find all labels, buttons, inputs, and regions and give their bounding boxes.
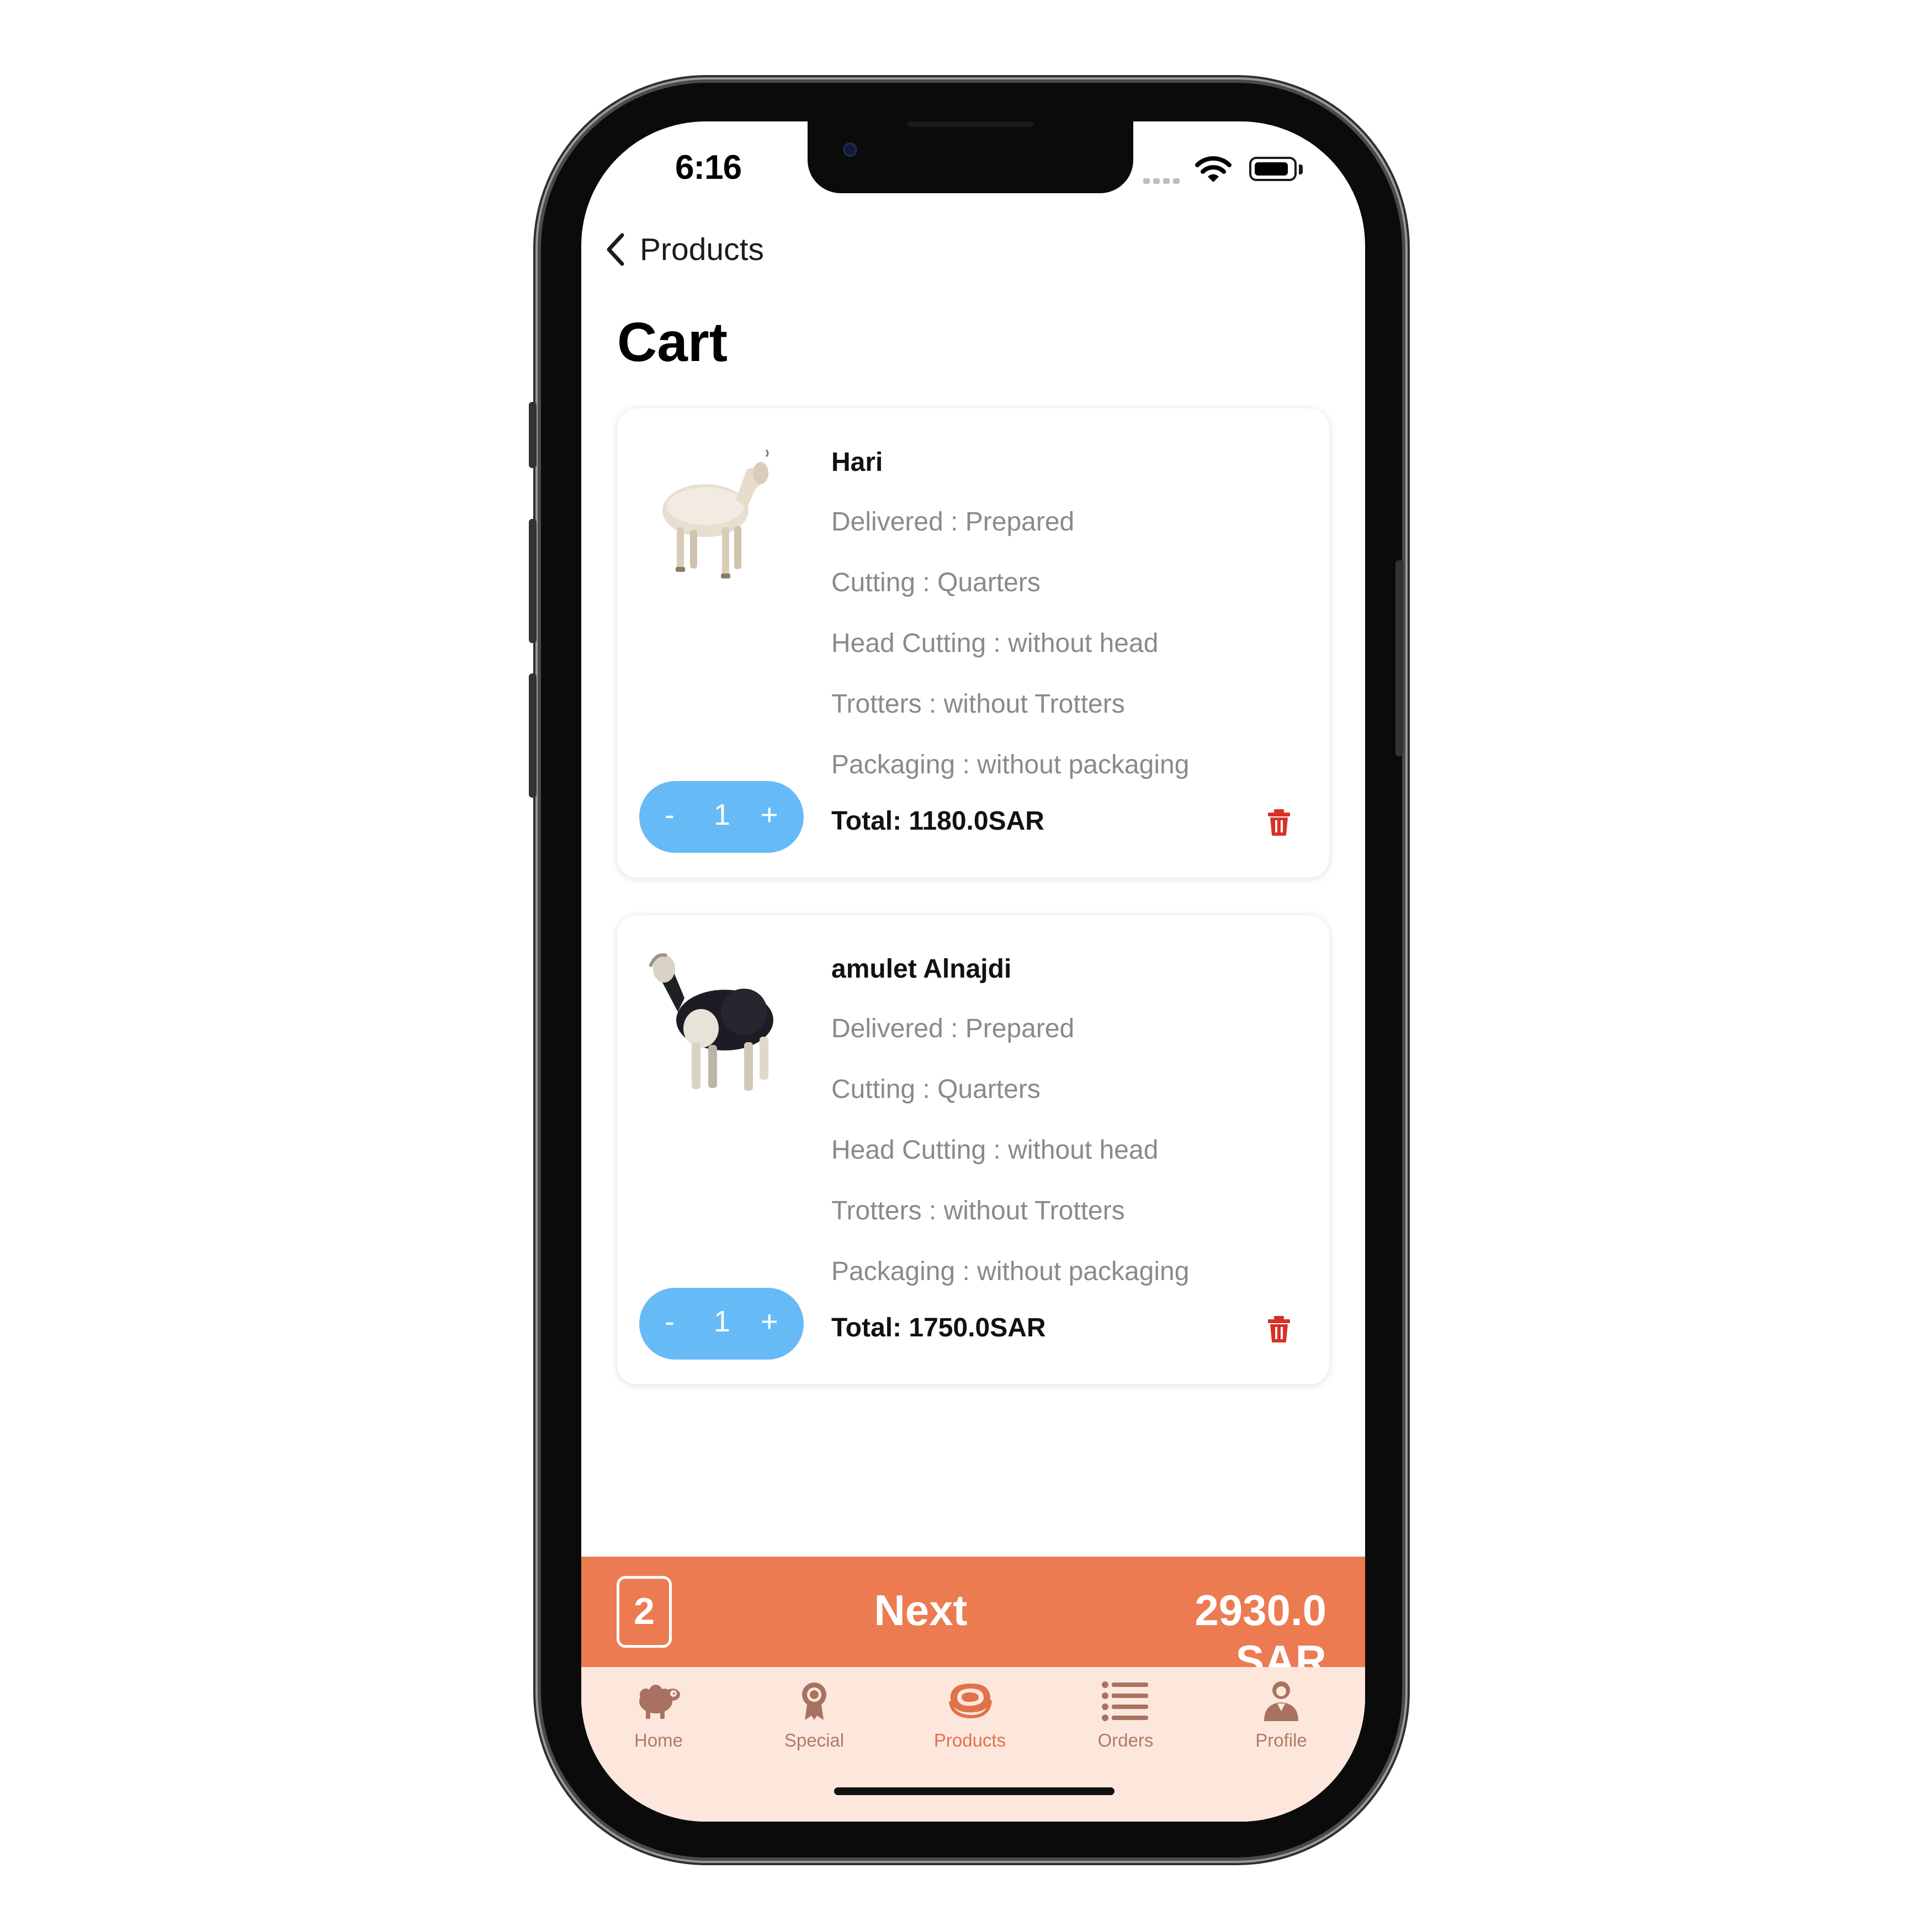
goat-product-image (649, 953, 773, 1091)
battery-tip (1299, 164, 1303, 174)
tab-label: Profile (1255, 1730, 1307, 1750)
status-time: 6:16 (675, 148, 742, 187)
wifi-icon (1195, 156, 1232, 182)
phone-volume-up (529, 519, 537, 643)
phone-volume-down (529, 673, 537, 798)
checkout-next-button[interactable]: 2 Next 2930.0 SAR (581, 1557, 1365, 1685)
increase-quantity-button[interactable]: + (761, 1304, 778, 1339)
decrease-quantity-button[interactable]: - (665, 798, 675, 832)
cart-item-card: Hari Delivered : Prepared Cutting : Quar… (617, 408, 1329, 878)
cutting-option: Cutting : Quarters (831, 568, 1041, 597)
decrease-quantity-button[interactable]: - (665, 1304, 675, 1339)
person-icon (1264, 1681, 1298, 1721)
delivered-option: Delivered : Prepared (831, 507, 1075, 537)
phone-mute-switch (529, 402, 537, 468)
page-title: Cart (617, 311, 728, 373)
head-cutting-option: Head Cutting : without head (831, 1135, 1159, 1165)
phone-screen: 6:16 Products Cart Hari Delivered : Prep (581, 121, 1365, 1822)
list-icon (1102, 1681, 1148, 1721)
tab-label: Products (933, 1730, 1006, 1750)
tab-label: Special (784, 1730, 845, 1750)
tab-bar: Home Special Products Orders Profile (581, 1667, 1365, 1822)
trotters-option: Trotters : without Trotters (831, 689, 1125, 719)
speaker-grille (907, 121, 1034, 127)
packaging-option: Packaging : without packaging (831, 1257, 1190, 1286)
quantity-value: 1 (714, 1305, 731, 1338)
item-total: Total: 1750.0SAR (831, 1313, 1046, 1342)
meat-icon (949, 1683, 992, 1719)
cart-item-card: amulet Alnajdi Delivered : Prepared Cutt… (617, 915, 1329, 1384)
sheep-icon (639, 1685, 680, 1719)
quantity-value: 1 (714, 798, 731, 831)
cart-item-count: 2 (617, 1576, 672, 1648)
tab-label: Home (634, 1730, 683, 1750)
award-icon (802, 1682, 826, 1720)
packaging-option: Packaging : without packaging (831, 750, 1190, 779)
tab-products[interactable]: Products (909, 1678, 1031, 1761)
notch (808, 121, 1133, 193)
product-name: Hari (831, 448, 883, 477)
increase-quantity-button[interactable]: + (761, 798, 778, 832)
phone-power-button (1395, 560, 1403, 756)
battery-level (1255, 162, 1288, 176)
cellular-signal-icon (1143, 177, 1187, 184)
item-total: Total: 1180.0SAR (831, 806, 1044, 836)
back-chevron-icon[interactable] (603, 232, 628, 267)
sheep-product-image (662, 449, 769, 578)
quantity-stepper: - 1 + (639, 781, 804, 853)
head-cutting-option: Head Cutting : without head (831, 629, 1159, 658)
tab-label: Orders (1097, 1730, 1154, 1750)
quantity-stepper: - 1 + (639, 1288, 804, 1360)
trash-icon[interactable] (1267, 1315, 1291, 1343)
trash-icon[interactable] (1267, 809, 1291, 836)
back-button-label[interactable]: Products (640, 232, 764, 267)
product-name: amulet Alnajdi (831, 954, 1012, 984)
delivered-option: Delivered : Prepared (831, 1014, 1075, 1043)
tab-profile[interactable]: Profile (1220, 1678, 1342, 1761)
trotters-option: Trotters : without Trotters (831, 1196, 1125, 1225)
cutting-option: Cutting : Quarters (831, 1075, 1041, 1104)
next-label: Next (874, 1586, 968, 1634)
front-camera (843, 142, 857, 157)
tab-orders[interactable]: Orders (1065, 1678, 1186, 1761)
battery-icon (1249, 157, 1297, 181)
home-indicator[interactable] (834, 1787, 1114, 1795)
tab-home[interactable]: Home (598, 1678, 719, 1761)
tab-special[interactable]: Special (753, 1678, 875, 1761)
